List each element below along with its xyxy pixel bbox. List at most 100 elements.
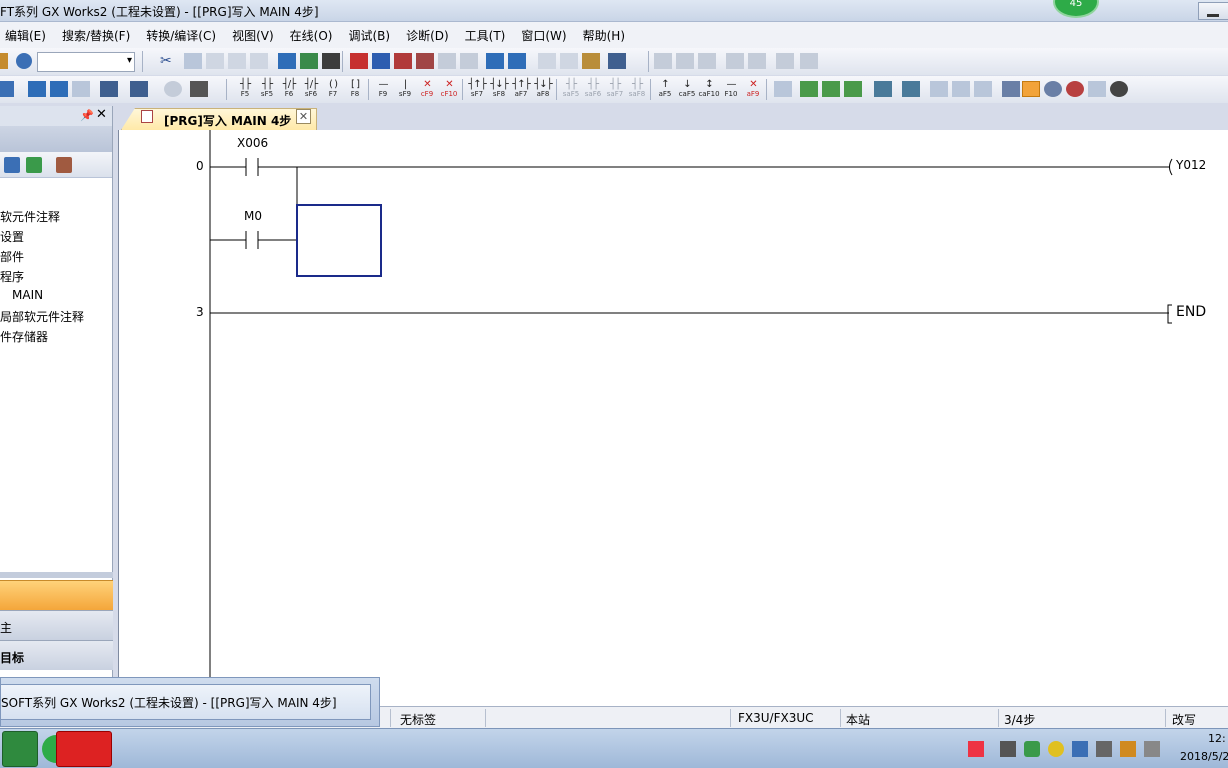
note-icon[interactable] <box>582 53 600 69</box>
menu-view[interactable]: 视图(V) <box>224 27 282 44</box>
nav-button-1[interactable]: 主 <box>0 610 113 640</box>
saf7-button[interactable]: ┤├ saF7 <box>604 79 626 101</box>
saf8-button[interactable]: ┤├ saF8 <box>626 79 648 101</box>
menu-tools[interactable]: 工具(T) <box>457 27 514 44</box>
comment-icon[interactable] <box>538 53 556 69</box>
line-delete-button[interactable]: ✕ aF9 <box>742 79 764 101</box>
column-delete-icon[interactable] <box>726 53 744 69</box>
excel-icon[interactable] <box>2 731 38 767</box>
plus-icon[interactable] <box>1048 741 1064 757</box>
saf6-button[interactable]: ┤├ saF6 <box>582 79 604 101</box>
line-delete-icon[interactable] <box>676 53 694 69</box>
device-search-icon[interactable] <box>278 53 296 69</box>
magnify-icon[interactable] <box>1110 81 1128 97</box>
question-icon[interactable] <box>164 81 182 97</box>
close-icon[interactable]: ✕ <box>96 107 107 122</box>
ladder-editor[interactable]: 0 X006 M0 Y012 3 END <box>118 130 1228 706</box>
cross-reference-icon[interactable] <box>300 53 318 69</box>
menu-search-replace[interactable]: 搜索/替换(F) <box>54 27 138 44</box>
vertical-line-button[interactable]: | sF9 <box>394 79 416 101</box>
dev-value-icon[interactable] <box>50 81 68 97</box>
monitor-stop-icon[interactable] <box>438 53 456 69</box>
ladder-active-mode-icon[interactable] <box>1022 81 1040 97</box>
binoculars-icon[interactable] <box>190 81 208 97</box>
copy-icon[interactable] <box>184 53 202 69</box>
column-insert-icon[interactable] <box>698 53 716 69</box>
display-icon[interactable] <box>608 53 626 69</box>
write-to-plc-icon[interactable] <box>350 53 368 69</box>
read-from-plc-icon[interactable] <box>372 53 390 69</box>
usb-icon[interactable] <box>1096 741 1112 757</box>
tree-item-memory[interactable]: 件存储器 <box>0 328 48 345</box>
signal-icon[interactable] <box>1120 741 1136 757</box>
convert-all-icon[interactable] <box>902 81 920 97</box>
gx-works-icon[interactable] <box>56 731 112 767</box>
tab-close-button[interactable]: ✕ <box>296 109 311 124</box>
operation-result-rise-button[interactable]: ↑ aF5 <box>654 79 676 101</box>
monitor-write-icon[interactable] <box>800 81 818 97</box>
note-edit-icon[interactable] <box>974 81 992 97</box>
monitor-mode-icon[interactable] <box>844 81 862 97</box>
project-view-icon[interactable] <box>4 157 20 173</box>
device-list-icon[interactable] <box>322 53 340 69</box>
taskbar-preview-item[interactable]: SOFT系列 GX Works2 (工程未设置) - [[PRG]写入 MAIN… <box>1 684 371 720</box>
tree-item-global-comment[interactable]: 软元件注释 <box>0 208 60 225</box>
network-tray-icon[interactable] <box>1000 741 1016 757</box>
monitor-all-icon[interactable] <box>460 53 478 69</box>
menu-debug[interactable]: 调试(B) <box>340 27 398 44</box>
coil-button[interactable]: ( ) F7 <box>322 79 344 101</box>
dev-comment-icon[interactable] <box>28 81 46 97</box>
refresh-icon[interactable] <box>26 157 42 173</box>
undo-icon[interactable] <box>228 53 246 69</box>
statement-edit-icon[interactable] <box>952 81 970 97</box>
delete-vertical-line-button[interactable]: ✕ cF10 <box>438 79 460 101</box>
device-combo-box[interactable] <box>37 52 135 72</box>
help-icon[interactable] <box>16 53 32 69</box>
pin-icon[interactable]: 📌 <box>80 109 94 122</box>
paste-icon[interactable] <box>206 53 224 69</box>
minimize-button[interactable] <box>1198 2 1228 20</box>
tree-item-main[interactable]: MAIN <box>12 288 43 302</box>
comment-edit-icon[interactable] <box>930 81 948 97</box>
nav-button-2[interactable]: 目标 <box>0 640 113 670</box>
clock-time[interactable]: 12: <box>1208 732 1226 745</box>
nav-button-active[interactable] <box>0 580 113 610</box>
statement-icon[interactable] <box>560 53 578 69</box>
contact-no-button[interactable]: ┤├ F5 <box>234 79 256 101</box>
monitor-read-icon[interactable] <box>822 81 840 97</box>
inline-st-icon[interactable] <box>774 81 792 97</box>
line-entry-button[interactable]: — F10 <box>720 79 742 101</box>
dev-display-icon[interactable] <box>72 81 90 97</box>
menu-online[interactable]: 在线(O) <box>282 27 341 44</box>
rising-edge-button[interactable]: ┤↑├ sF7 <box>466 79 488 101</box>
contact-nc-button[interactable]: ┤/├ F6 <box>278 79 300 101</box>
menu-window[interactable]: 窗口(W) <box>513 27 574 44</box>
redo-icon[interactable] <box>250 53 268 69</box>
simulation-start-icon[interactable] <box>486 53 504 69</box>
line-insert-icon[interactable] <box>654 53 672 69</box>
notification-badge[interactable]: 45 <box>1053 0 1099 18</box>
monitor-icon[interactable] <box>416 53 434 69</box>
verify-icon[interactable] <box>394 53 412 69</box>
zoom-view-icon[interactable] <box>1088 81 1106 97</box>
read-mode-icon[interactable] <box>776 53 794 69</box>
tree-item-parts[interactable]: 部件 <box>0 248 24 265</box>
contact-nc-parallel-button[interactable]: ┤/├ sF6 <box>300 79 322 101</box>
horizontal-line-button[interactable]: — F9 <box>372 79 394 101</box>
ladder-settings-icon[interactable] <box>748 53 766 69</box>
zoom-icon[interactable] <box>130 81 148 97</box>
convert-icon[interactable] <box>874 81 892 97</box>
saf5-button[interactable]: ┤├ saF5 <box>560 79 582 101</box>
invert-result-button[interactable]: ↕ caF10 <box>698 79 720 101</box>
find-icon[interactable] <box>1044 81 1062 97</box>
menu-edit[interactable]: 编辑(E) <box>0 27 54 44</box>
input-method-icon[interactable] <box>968 741 984 757</box>
options-icon[interactable] <box>56 157 72 173</box>
navigation-icon[interactable] <box>0 81 14 97</box>
rising-edge-parallel-button[interactable]: ┤↑├ aF7 <box>510 79 532 101</box>
simulation-stop-icon[interactable] <box>508 53 526 69</box>
language-icon[interactable] <box>1072 741 1088 757</box>
cut-icon[interactable]: ✂ <box>160 53 178 69</box>
write-mode-icon[interactable] <box>800 53 818 69</box>
tree-item-program[interactable]: 程序 <box>0 268 24 285</box>
